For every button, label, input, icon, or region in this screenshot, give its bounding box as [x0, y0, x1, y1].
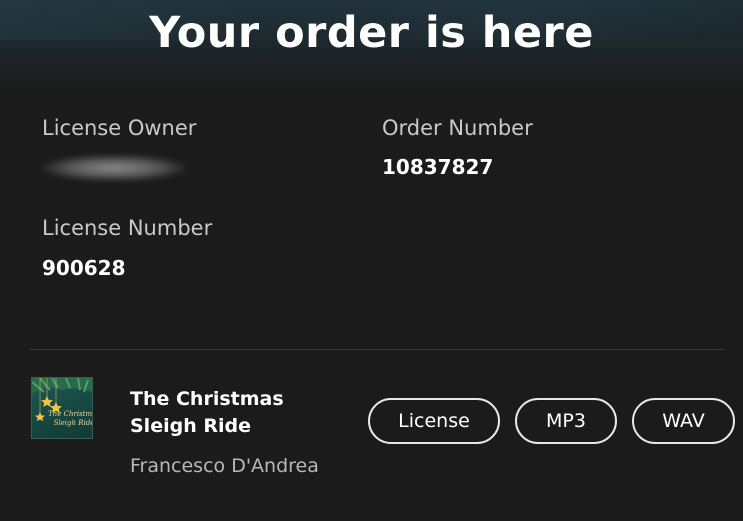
license-owner-label: License Owner [42, 116, 197, 140]
christmas-cover-art-icon: The Christmas Sleigh Ride [32, 378, 92, 427]
track-artist: Francesco D'Andrea [130, 455, 319, 477]
license-number-label: License Number [42, 216, 213, 240]
track-title: The Christmas Sleigh Ride [130, 388, 284, 437]
order-number-value: 10837827 [382, 155, 494, 179]
track-artwork: The Christmas Sleigh Ride [31, 377, 93, 439]
page-title: Your order is here [149, 8, 594, 58]
license-download-button[interactable]: License [368, 398, 500, 444]
license-owner-value-redacted [42, 155, 186, 181]
license-number-value: 900628 [42, 256, 126, 280]
svg-text:The Christmas: The Christmas [48, 410, 92, 418]
wav-download-button[interactable]: WAV [632, 398, 735, 444]
order-page: Your order is here License Owner Order N… [0, 0, 743, 521]
section-divider [30, 349, 725, 350]
mp3-download-button[interactable]: MP3 [515, 398, 617, 444]
svg-text:Sleigh Ride: Sleigh Ride [54, 419, 92, 427]
order-number-label: Order Number [382, 116, 533, 140]
